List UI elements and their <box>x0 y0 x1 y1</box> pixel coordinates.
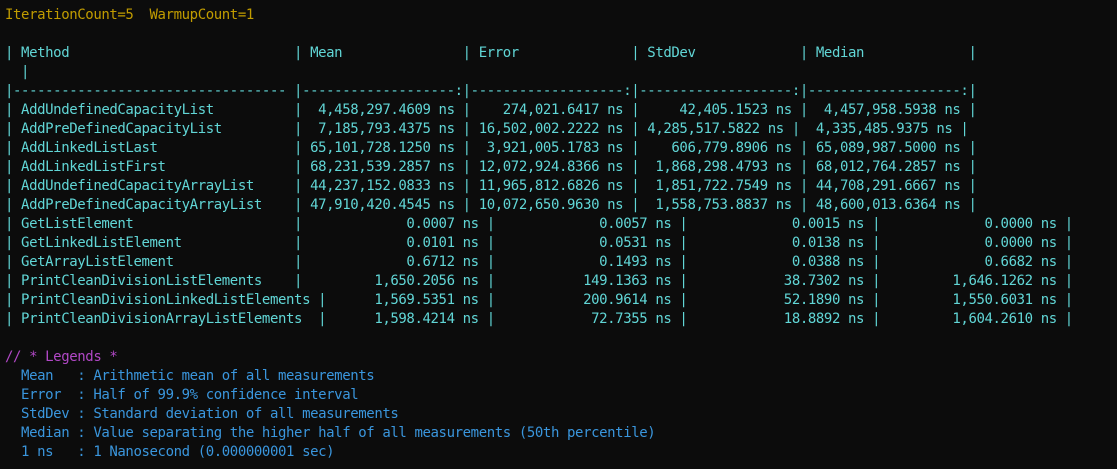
table-separator: |---------------------------------- |---… <box>5 83 977 99</box>
table-row: | AddUndefinedCapacityArrayList | 44,237… <box>5 178 977 194</box>
table-row: | PrintCleanDivisionLinkedListElements |… <box>5 292 1073 308</box>
table-row: | AddPreDefinedCapacityArrayList | 47,91… <box>5 197 977 213</box>
legend-item: Mean : Arithmetic mean of all measuremen… <box>5 368 375 384</box>
table-row: | GetListElement | 0.0007 ns | 0.0057 ns… <box>5 216 1073 232</box>
table-row: | GetLinkedListElement | 0.0101 ns | 0.0… <box>5 235 1073 251</box>
terminal-window[interactable]: IterationCount=5 WarmupCount=1 | Method … <box>0 0 1117 469</box>
table-row: | AddLinkedListLast | 65,101,728.1250 ns… <box>5 140 977 156</box>
legend-item: StdDev : Standard deviation of all measu… <box>5 406 399 422</box>
table-header: | Method | Mean | Error | StdDev | Media… <box>5 45 977 61</box>
config-line: IterationCount=5 WarmupCount=1 <box>5 7 254 23</box>
table-header-wrap: | <box>5 64 30 80</box>
table-row: | AddUndefinedCapacityList | 4,458,297.4… <box>5 102 977 118</box>
table-row: | PrintCleanDivisionListElements | 1,650… <box>5 273 1073 289</box>
table-row: | AddLinkedListFirst | 68,231,539.2857 n… <box>5 159 977 175</box>
legend-item: 1 ns : 1 Nanosecond (0.000000001 sec) <box>5 444 335 460</box>
table-row: | PrintCleanDivisionArrayListElements | … <box>5 311 1073 327</box>
legend-item: Median : Value separating the higher hal… <box>5 425 656 441</box>
table-row: | GetArrayListElement | 0.6712 ns | 0.14… <box>5 254 1073 270</box>
table-row: | AddPreDefinedCapacityList | 7,185,793.… <box>5 121 969 137</box>
legend-title: // * Legends * <box>5 349 118 365</box>
legend-item: Error : Half of 99.9% confidence interva… <box>5 387 359 403</box>
